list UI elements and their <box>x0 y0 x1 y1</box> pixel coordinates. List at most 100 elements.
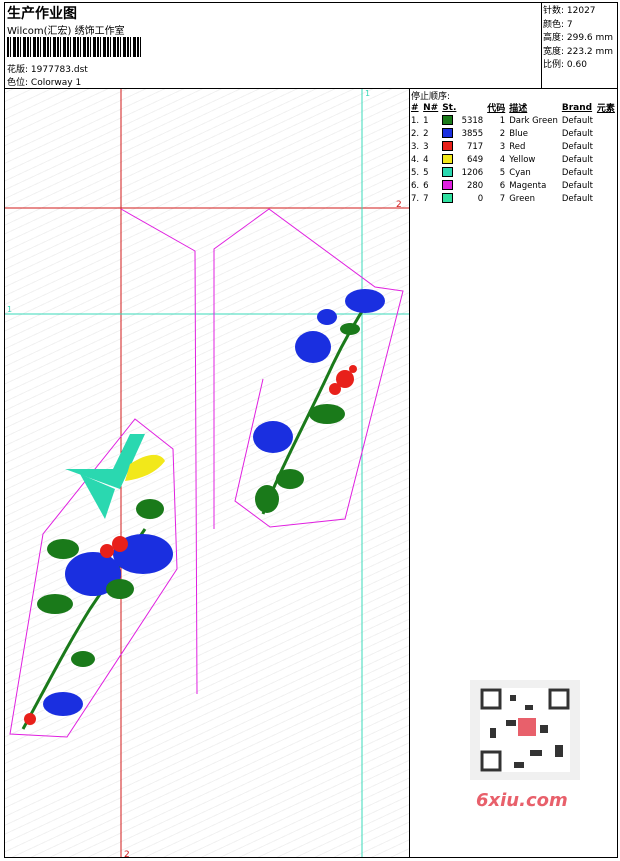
stat-colors: 颜色: 7 <box>543 19 573 30</box>
row-description: Green <box>509 193 535 204</box>
color-swatch <box>442 115 454 126</box>
col-stitches: St. <box>442 102 457 113</box>
color-row: 3. 3 717 3 Red Default <box>409 140 617 153</box>
design-value: 1977783.dst <box>30 65 88 75</box>
row-code: 3 <box>499 141 506 152</box>
row-needle: 3 <box>423 141 429 152</box>
col-needle: N# <box>423 102 439 113</box>
cyan-vertical-label: 1 <box>365 89 370 98</box>
row-index: 1. <box>411 115 420 126</box>
magenta-outline-right-motif <box>213 208 404 529</box>
row-stitches: 649 <box>440 153 485 166</box>
row-index: 2. <box>411 128 420 139</box>
color-swatch <box>442 193 454 204</box>
stitch-count: 5318 <box>461 115 484 126</box>
col-element: 元素 <box>596 104 615 114</box>
row-brand: Default <box>561 115 593 126</box>
design-line: 花版: 1977783.dst <box>7 62 88 75</box>
color-table-header: # N# St. 代码 描述 Brand 元素 <box>409 101 617 115</box>
row-brand: Default <box>561 128 593 139</box>
col-description: 描述 <box>509 104 528 114</box>
color-row: 6. 6 280 6 Magenta Default <box>409 179 617 192</box>
color-row: 7. 7 0 7 Green Default <box>409 192 617 205</box>
col-code: 代码 <box>487 104 506 114</box>
stitch-count: 1206 <box>461 167 484 178</box>
stitch-count: 717 <box>466 141 484 152</box>
color-swatch <box>442 128 454 139</box>
stitch-count: 649 <box>466 154 484 165</box>
design-stats: 针数: 12027 颜色: 7 高度: 299.6 mm 宽度: 223.2 m… <box>543 5 613 73</box>
stat-height: 高度: 299.6 mm <box>543 33 614 43</box>
color-swatch <box>442 180 454 191</box>
row-element <box>595 166 617 179</box>
row-description: Magenta <box>509 180 547 191</box>
row-stitches: 5318 <box>440 114 485 127</box>
row-brand: Default <box>561 141 593 152</box>
row-index: 7. <box>411 193 420 204</box>
row-brand: Default <box>561 193 593 204</box>
row-needle: 1 <box>423 115 429 126</box>
row-needle: 6 <box>423 180 429 191</box>
row-stitches: 0 <box>440 192 485 205</box>
row-code: 4 <box>499 154 506 165</box>
stat-stitches: 针数: 12027 <box>543 6 596 16</box>
color-row: 1. 1 5318 1 Dark Green Default <box>409 114 617 127</box>
row-brand: Default <box>561 180 593 191</box>
color-swatch <box>442 154 454 165</box>
row-element <box>595 114 617 127</box>
row-code: 1 <box>499 115 506 126</box>
watermark-text: 6xiu.com <box>476 790 568 811</box>
row-description: Dark Green <box>509 115 558 126</box>
row-element <box>595 153 617 166</box>
colorway-label: 色位: <box>7 78 29 88</box>
design-canvas: 2 2 1 1 <box>5 89 409 857</box>
row-description: Cyan <box>509 167 531 178</box>
row-code: 2 <box>499 128 506 139</box>
row-brand: Default <box>561 154 593 165</box>
color-swatch <box>442 141 454 152</box>
col-brand: Brand <box>561 102 593 113</box>
color-swatch <box>442 167 454 178</box>
row-stitches: 3855 <box>440 127 485 140</box>
stitch-count: 280 <box>466 180 484 191</box>
red-horizontal-label: 2 <box>396 200 402 210</box>
row-element <box>595 179 617 192</box>
row-description: Yellow <box>509 154 536 165</box>
studio-name: Wilcom(汇宏) 绣饰工作室 <box>7 26 125 37</box>
row-needle: 7 <box>423 193 429 204</box>
row-needle: 4 <box>423 154 429 165</box>
cyan-horizontal-label: 1 <box>7 305 12 314</box>
colorway-value: Colorway 1 <box>30 78 82 88</box>
row-description: Blue <box>509 128 529 139</box>
qr-watermark <box>470 680 580 780</box>
red-vertical-label: 2 <box>124 850 130 857</box>
row-stitches: 280 <box>440 179 485 192</box>
stats-divider <box>541 2 542 88</box>
row-needle: 2 <box>423 128 429 139</box>
row-index: 3. <box>411 141 420 152</box>
row-brand: Default <box>561 167 593 178</box>
row-needle: 5 <box>423 167 429 178</box>
embroidery-preview: 2 2 1 1 <box>5 89 409 857</box>
row-index: 4. <box>411 154 420 165</box>
stat-width: 宽度: 223.2 mm <box>543 46 614 57</box>
barcode <box>7 37 142 57</box>
stat-scale: 比例: 0.60 <box>543 60 587 70</box>
row-element <box>595 192 617 205</box>
row-stitches: 717 <box>440 140 485 153</box>
row-code: 7 <box>499 193 506 204</box>
left-flower-motif <box>21 434 173 730</box>
row-code: 5 <box>499 167 506 178</box>
stitch-count: 3855 <box>461 128 484 139</box>
color-row: 4. 4 649 4 Yellow Default <box>409 153 617 166</box>
color-row: 5. 5 1206 5 Cyan Default <box>409 166 617 179</box>
sheet-title: 生产作业图 <box>7 6 77 22</box>
row-description: Red <box>509 141 526 152</box>
color-row: 2. 2 3855 2 Blue Default <box>409 127 617 140</box>
row-index: 5. <box>411 167 420 178</box>
right-flower-motif <box>253 289 385 515</box>
colorway-line: 色位: Colorway 1 <box>7 75 81 88</box>
col-index: # <box>411 102 419 113</box>
row-stitches: 1206 <box>440 166 485 179</box>
row-element <box>595 140 617 153</box>
